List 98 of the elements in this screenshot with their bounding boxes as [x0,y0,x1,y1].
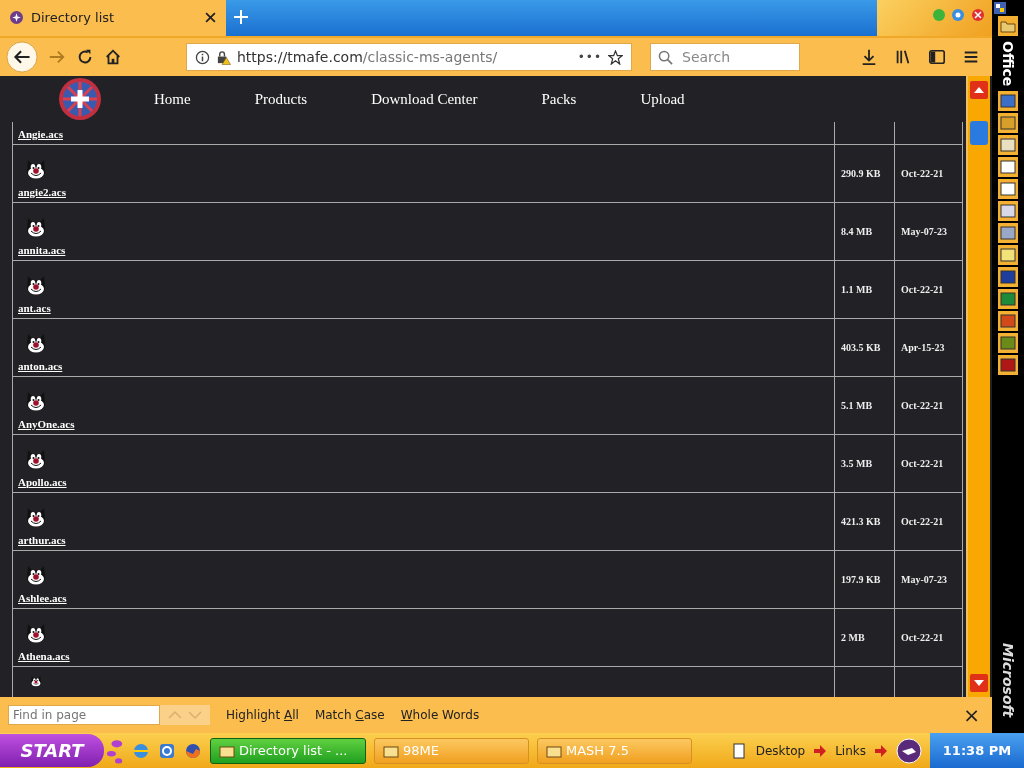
page-actions-button[interactable]: ••• [577,50,602,64]
find-option[interactable]: Highlight All [226,708,299,722]
cat-face-icon [25,332,47,354]
arrow-icon[interactable] [813,744,828,757]
office-app-icon[interactable] [998,311,1018,332]
office-app-icon[interactable] [998,135,1018,156]
cat-face-icon [25,158,47,180]
file-date: Oct-22-21 [901,168,944,179]
file-link[interactable]: AnyOne.acs [18,418,75,430]
find-option[interactable]: Match Case [314,708,385,722]
office-label: Office [1000,41,1016,87]
file-link[interactable]: Angie.acs [18,128,63,140]
clock: 11:38 PM [930,733,1024,768]
close-find-bar-button[interactable]: × [963,703,980,727]
new-tab-icon[interactable] [234,10,248,24]
sidebar-icon[interactable] [928,48,946,66]
cat-face-icon [25,274,47,296]
window-icon [219,743,235,758]
file-size: 290.9 KB [841,168,881,179]
file-date: Oct-22-21 [901,400,944,411]
office-app-icon[interactable] [998,245,1018,266]
search-icon [658,50,673,65]
file-date: May-07-23 [901,574,948,585]
file-link[interactable]: anton.acs [18,360,63,372]
office-label: Microsoft [1000,642,1016,717]
file-size: 421.3 KB [841,516,881,527]
cat-face-icon [25,448,47,470]
office-app-icon[interactable] [998,157,1018,178]
reload-icon[interactable] [76,48,94,66]
file-link[interactable]: angie2.acs [18,186,66,198]
library-icon[interactable] [894,48,912,66]
file-link[interactable]: Ashlee.acs [18,592,67,604]
search-field[interactable]: Search [650,43,800,71]
file-size: 403.5 KB [841,342,881,353]
back-button[interactable] [6,41,38,73]
file-size: 8.4 MB [841,226,873,237]
file-link[interactable]: Apollo.acs [18,476,67,488]
favicon-icon [10,10,23,24]
file-date: Oct-22-21 [901,284,944,295]
office-app-icon[interactable] [998,91,1018,112]
office-app-icon[interactable] [998,267,1018,288]
office-app-icon[interactable] [998,113,1018,134]
office-app-icon[interactable] [998,223,1018,244]
scroll-down-icon[interactable] [970,674,988,692]
file-date: Oct-22-21 [901,632,944,643]
file-date: Oct-22-21 [901,516,944,527]
file-date: Apr-15-23 [901,342,945,353]
office-app-icon[interactable] [998,355,1018,376]
tray-icon[interactable] [896,737,922,764]
cat-face-icon [25,390,47,412]
logo-icon[interactable] [58,77,102,121]
info-icon [195,49,210,65]
office-app-icon[interactable] [998,333,1018,354]
fox-globe-icon[interactable] [184,741,202,760]
nav-link[interactable]: Packs [541,90,577,108]
bookmark-star-icon[interactable] [608,49,623,65]
cat-face-icon [25,622,47,644]
file-date: Oct-22-21 [901,458,944,469]
window-controls-icon[interactable] [932,8,986,22]
nav-link[interactable]: Products [254,90,308,108]
cat-face-icon [25,216,47,238]
file-link[interactable]: annita.acs [18,244,66,256]
toolbar-link[interactable]: Links [835,743,866,758]
office-app-icon[interactable] [998,289,1018,310]
browser-tab[interactable]: Directory list [0,0,226,36]
file-size: 1.1 MB [841,284,873,295]
file-link[interactable]: arthur.acs [18,534,66,546]
start-button[interactable]: START [0,734,104,767]
scroll-up-icon[interactable] [970,81,988,99]
arrow-icon[interactable] [874,744,888,757]
download-icon[interactable] [860,48,878,66]
nav-link[interactable]: Download Center [371,90,478,108]
file-size: 2 MB [841,632,865,643]
find-option[interactable]: Whole Words [400,708,480,722]
office-app-icon[interactable] [998,201,1018,222]
app-icon[interactable] [158,741,176,760]
file-size: 197.9 KB [841,574,881,585]
cat-face-icon [25,506,47,528]
address-bar[interactable]: https://tmafe.com/classic-ms-agents/ ••• [186,43,632,71]
window-icon [383,743,399,758]
scroll-thumb[interactable] [970,121,988,145]
file-link[interactable]: Athena.acs [18,650,70,662]
find-field[interactable]: Find in page [8,705,160,725]
cat-face-icon [25,564,47,586]
file-link[interactable]: ant.acs [18,302,51,314]
file-date: May-07-23 [901,226,948,237]
nav-link[interactable]: Home [154,90,191,108]
home-icon[interactable] [104,48,122,66]
close-icon[interactable] [205,11,216,23]
lock-warning-icon [216,49,231,65]
scrollbar[interactable] [966,76,990,697]
window-icon [546,743,562,758]
file-size: 3.5 MB [841,458,873,469]
toolbar-link[interactable]: Desktop [755,743,806,758]
file-size: 5.1 MB [841,400,873,411]
office-app-icon[interactable] [998,179,1018,200]
nav-link[interactable]: Upload [640,90,685,108]
office-corner-icon[interactable] [994,2,1006,14]
